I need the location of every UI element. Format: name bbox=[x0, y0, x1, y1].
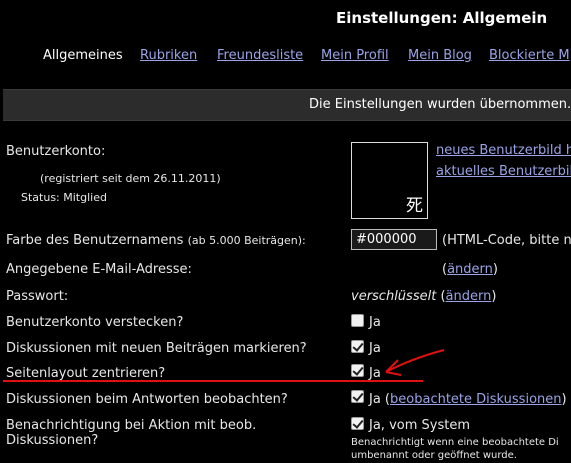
tab-mein-profil[interactable]: Mein Profil bbox=[321, 48, 389, 63]
name-color-label-note: (ab 5.000 Beiträgen): bbox=[187, 234, 306, 247]
annotation-underline bbox=[3, 380, 423, 382]
success-message: Die Einstellungen wurden übernommen. bbox=[309, 97, 571, 112]
watch-reply-value-text: Ja ( bbox=[369, 392, 391, 407]
hide-account-checkbox[interactable] bbox=[351, 314, 364, 327]
notification-checkbox[interactable] bbox=[351, 417, 364, 430]
account-label: Benutzerkonto: bbox=[6, 144, 106, 159]
option-mark-discussions-label: Diskussionen mit neuen Beiträgen markier… bbox=[6, 341, 307, 356]
name-color-label: Farbe des Benutzernamens (ab 5.000 Beitr… bbox=[6, 233, 306, 248]
new-avatar-link[interactable]: neues Benutzerbild h bbox=[436, 143, 571, 158]
name-color-hint: (HTML-Code, bitte n bbox=[442, 233, 571, 248]
watched-discussions-link[interactable]: beobachtete Diskussionen bbox=[390, 392, 561, 407]
current-avatar-link[interactable]: aktuelles Benutzerbil bbox=[436, 164, 571, 179]
hide-account-value: Ja bbox=[369, 315, 381, 330]
tab-mein-blog[interactable]: Mein Blog bbox=[408, 48, 472, 63]
registered-date: (registriert seit dem 26.11.2011) bbox=[40, 172, 221, 185]
option-hide-account-label: Benutzerkonto verstecken? bbox=[6, 315, 184, 330]
option-watch-reply-label: Diskussionen beim Antworten beobachten? bbox=[6, 392, 288, 407]
notification-note-1: Benachrichtigt wenn eine beobachtete Di bbox=[351, 437, 559, 448]
avatar: 死 bbox=[351, 142, 428, 219]
tab-allgemeines[interactable]: Allgemeines bbox=[43, 48, 123, 63]
option-center-layout-label: Seitenlayout zentrieren? bbox=[6, 366, 166, 381]
password-change-link[interactable]: ändern bbox=[446, 289, 492, 304]
watch-reply-value: Ja (beobachtete Diskussionen) bbox=[369, 392, 567, 407]
option-notification-label-2: Diskussionen? bbox=[6, 433, 99, 448]
email-label: Angegebene E-Mail-Adresse: bbox=[6, 262, 192, 277]
mark-discussions-checkbox[interactable] bbox=[351, 340, 364, 353]
email-change-link[interactable]: ändern bbox=[447, 262, 493, 277]
password-change-suffix: ) bbox=[491, 289, 497, 304]
watch-reply-value-suffix: ) bbox=[561, 392, 567, 407]
center-layout-checkbox[interactable] bbox=[351, 364, 364, 377]
annotation-arrow-icon bbox=[385, 349, 445, 376]
name-color-label-text: Farbe des Benutzernamens bbox=[6, 233, 184, 248]
name-color-input[interactable] bbox=[351, 229, 437, 250]
watch-reply-checkbox[interactable] bbox=[351, 390, 364, 403]
email-change-suffix: ) bbox=[492, 262, 498, 277]
password-label: Passwort: bbox=[6, 289, 69, 304]
page-title: Einstellungen: Allgemein bbox=[336, 9, 548, 27]
avatar-glyph: 死 bbox=[406, 196, 423, 216]
password-value: verschlüsselt bbox=[351, 289, 437, 304]
notification-note-2: umbenannt oder geöffnet wurde. bbox=[351, 450, 517, 461]
option-notification-label-1: Benachrichtigung bei Aktion mit beob. bbox=[6, 418, 257, 433]
account-status: Status: Mitglied bbox=[21, 191, 107, 204]
tab-blockierte[interactable]: Blockierte M bbox=[489, 48, 570, 63]
tab-freundesliste[interactable]: Freundesliste bbox=[217, 48, 303, 63]
email-change: (ändern) bbox=[442, 262, 498, 277]
tab-rubriken[interactable]: Rubriken bbox=[140, 48, 197, 63]
password-value-row: verschlüsselt (ändern) bbox=[351, 289, 496, 304]
notification-value: Ja, vom System bbox=[369, 418, 470, 433]
